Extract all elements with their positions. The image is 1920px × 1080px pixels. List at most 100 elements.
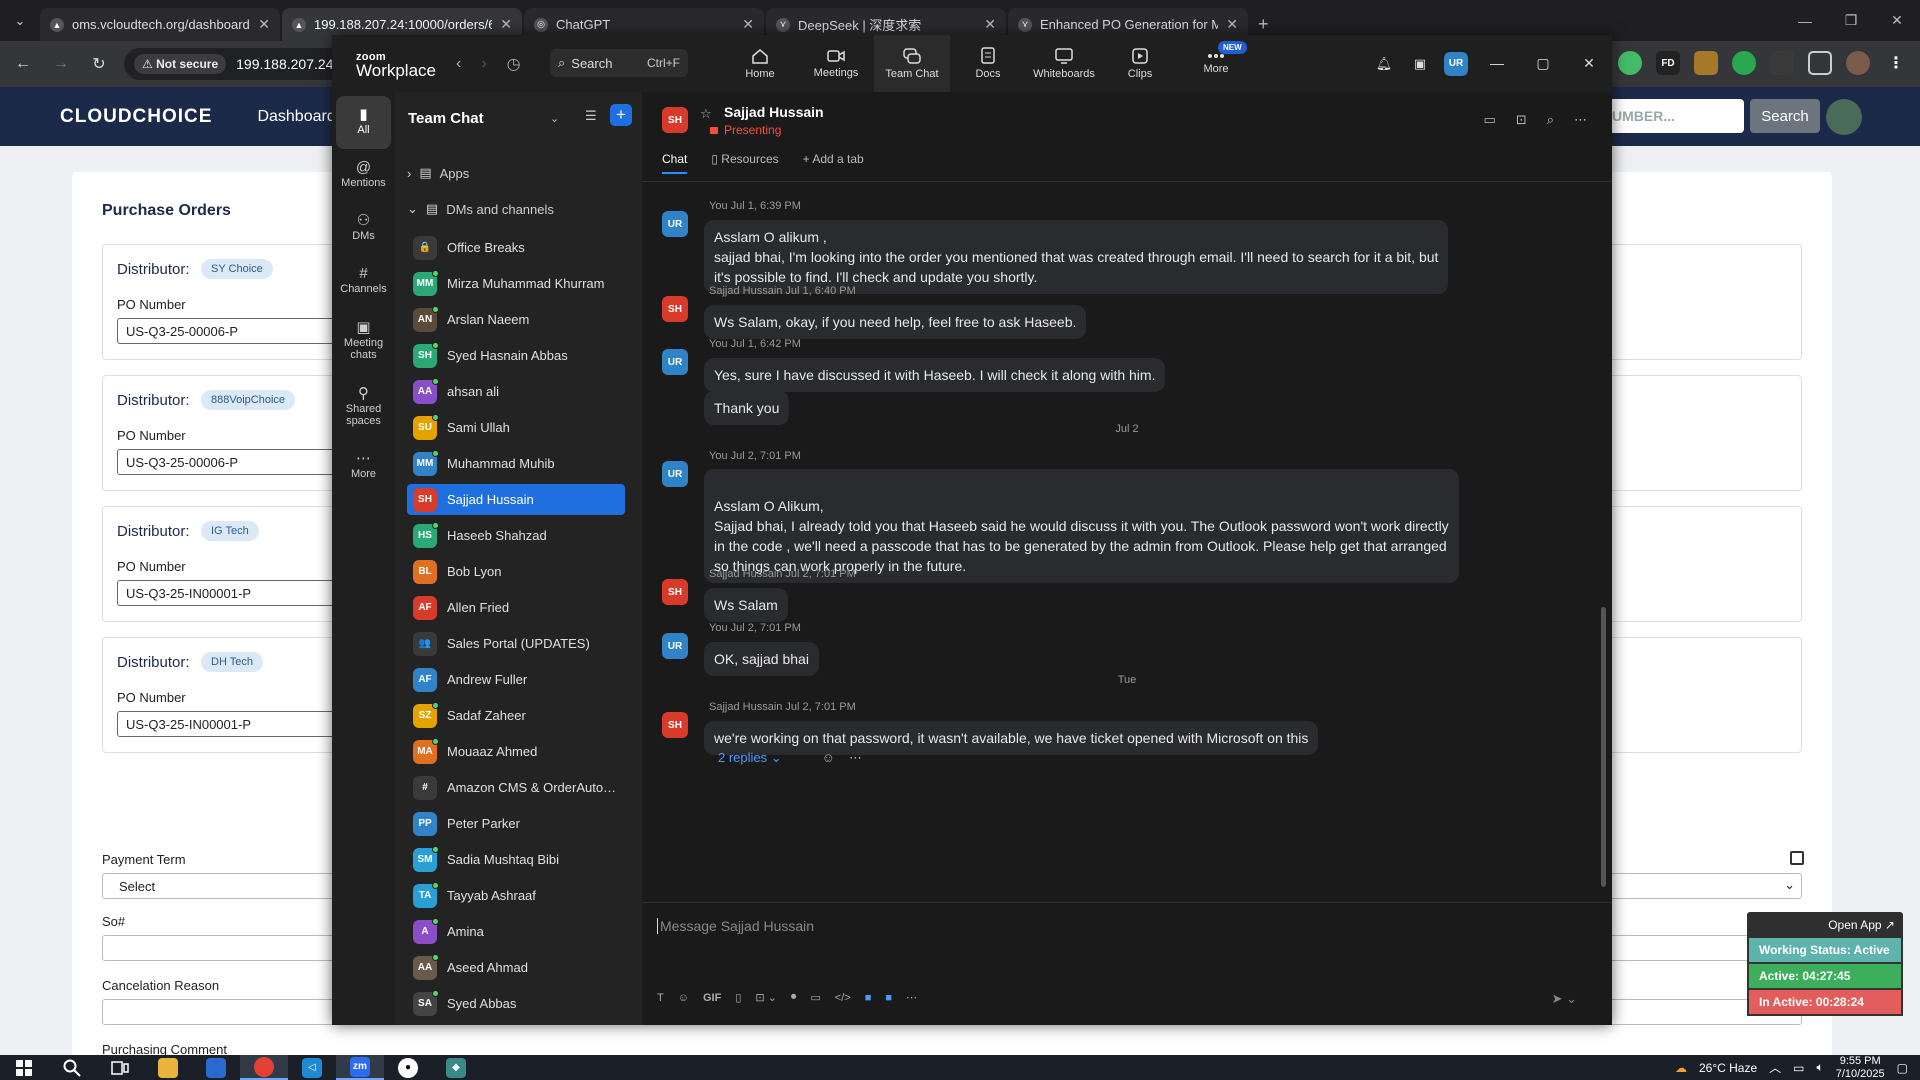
green-extension-icon[interactable] (1732, 51, 1756, 75)
weather-text[interactable]: 26°C Haze (1699, 1061, 1757, 1075)
chevron-down-icon[interactable]: ⌄ (550, 112, 559, 125)
zoom-app-icon[interactable]: zm (336, 1055, 384, 1080)
sidebar-chat-item[interactable]: AF Andrew Fuller (407, 664, 625, 695)
rail-all[interactable]: ▮ All (336, 96, 391, 149)
sidebar-chat-item[interactable]: HS Haseeb Shahzad (407, 520, 625, 551)
share-screen-icon[interactable]: ⊡ (1516, 112, 1527, 128)
sidebar-chat-item[interactable]: SZ Sadaf Zaheer (407, 700, 625, 731)
zoom-search-input[interactable]: ⌕ Search Ctrl+F (550, 49, 688, 77)
nav-team-chat[interactable]: Team Chat (874, 35, 950, 92)
user-avatar[interactable] (1826, 99, 1862, 135)
sidebar-chat-item[interactable]: 🔒 Office Breaks (407, 232, 625, 263)
message-input[interactable]: Message Sajjad Hussain (657, 918, 814, 934)
sidebar-chat-item[interactable]: # Amazon CMS & OrderAuto… (407, 772, 625, 803)
nav-dashboard-link[interactable]: Dashboard (257, 108, 335, 126)
add-tab-button[interactable]: + Add a tab (803, 152, 864, 174)
microphone-icon[interactable]: ⏺︎ (791, 991, 797, 1004)
bell-icon[interactable]: 🔔︎ (1366, 56, 1402, 72)
tab-chat[interactable]: Chat (662, 152, 688, 174)
profile-avatar[interactable]: UR (1438, 51, 1474, 76)
notification-icon[interactable]: ▢ (1897, 1061, 1908, 1075)
sender-avatar[interactable]: SH (662, 712, 688, 738)
contact-name[interactable]: Sajjad Hussain (724, 104, 824, 120)
maximize-icon[interactable]: ▢ (1520, 55, 1566, 72)
sender-avatar[interactable]: SH (662, 296, 688, 322)
send-button[interactable]: ➤ ⌄ (1552, 991, 1577, 1007)
apps-section[interactable]: › ▤ Apps (407, 165, 469, 181)
sender-avatar[interactable]: UR (662, 349, 688, 375)
sidebar-chat-item[interactable]: AA ahsan ali (407, 376, 625, 407)
file-icon[interactable]: ▯ (735, 991, 741, 1004)
star-icon[interactable]: ☆ (700, 106, 712, 122)
app-blue-icon[interactable]: ■ (865, 992, 872, 1004)
nav-meetings[interactable]: Meetings (798, 35, 874, 92)
not-secure-badge[interactable]: ⚠ Not secure (134, 54, 227, 74)
rail-meeting-chats[interactable]: ▣ Meeting chats (332, 308, 395, 374)
rail-mentions[interactable]: @ Mentions (332, 149, 395, 202)
sidebar-chat-item[interactable]: AN Arslan Naeem (407, 304, 625, 335)
new-chat-button[interactable]: + (610, 104, 632, 126)
sidebar-chat-item[interactable]: SA Syed Abbas (407, 988, 625, 1019)
po-number-input[interactable]: US-Q3-25-IN00001-P (117, 580, 357, 606)
omnibox[interactable]: ⚠ Not secure 199.188.207.24:10 (124, 48, 364, 80)
tab-resources[interactable]: ▯ Resources (711, 152, 778, 174)
po-number-input[interactable]: US-Q3-25-00006-P (117, 318, 357, 344)
sidebar-chat-item[interactable]: SH Syed Hasnain Abbas (407, 340, 625, 371)
search-icon[interactable] (48, 1055, 96, 1080)
volume-icon[interactable]: 🔈︎ (1817, 1060, 1824, 1075)
sidebar-chat-item[interactable]: MA Mouaaz Ahmed (407, 736, 625, 767)
puzzle-extension-icon[interactable] (1808, 51, 1832, 75)
nav-home[interactable]: Home (722, 35, 798, 92)
rail-shared-spaces[interactable]: ⚲ Shared spaces (332, 374, 395, 440)
thread-replies-link[interactable]: 2 replies ⌄ ☺ ⋯ (718, 750, 862, 766)
filter-icon[interactable]: ☰ (585, 108, 597, 124)
team-chat-title[interactable]: Team Chat (408, 110, 484, 127)
search-icon[interactable]: ⌕ (1547, 112, 1554, 128)
gif-icon[interactable]: GIF (703, 992, 721, 1004)
history-icon[interactable]: ◷ (507, 54, 521, 74)
sender-avatar[interactable]: UR (662, 211, 688, 237)
forward-icon[interactable]: → (46, 55, 76, 73)
sidebar-chat-item[interactable]: SH Sajjad Hussain (407, 484, 625, 515)
site-logo[interactable]: CLOUDCHOICE (60, 106, 212, 128)
weather-icon[interactable]: ☁ (1675, 1061, 1687, 1075)
close-tab-icon[interactable]: ✕ (1226, 16, 1238, 33)
image-extension-icon[interactable] (1694, 51, 1718, 75)
emoji-reaction-icon[interactable]: ☺ (822, 750, 835, 765)
minimize-icon[interactable]: — (1474, 55, 1520, 71)
store-icon[interactable] (192, 1055, 240, 1080)
video-message-icon[interactable]: ▭ (810, 991, 820, 1004)
restore-icon[interactable]: ❐ (1828, 0, 1874, 41)
sender-avatar[interactable]: UR (662, 461, 688, 487)
po-number-input[interactable]: US-Q3-25-00006-P (117, 449, 357, 475)
sender-avatar[interactable]: UR (662, 633, 688, 659)
chat-scrollbar[interactable] (1601, 607, 1606, 887)
copy-icon[interactable] (1790, 851, 1804, 865)
back-arrow-icon[interactable]: ‹ (456, 55, 461, 73)
emoji-icon[interactable]: ☺ (678, 992, 689, 1004)
app-blue-icon-2[interactable]: ■ (885, 992, 892, 1004)
close-icon[interactable]: ✕ (1566, 55, 1612, 72)
rail-more[interactable]: ⋯ More (332, 440, 395, 493)
screenshot-icon[interactable]: ⊡ ⌄ (755, 991, 777, 1004)
fd-extension-icon[interactable]: FD (1656, 51, 1680, 75)
search-button[interactable]: Search (1750, 99, 1820, 133)
sidebar-chat-item[interactable]: MM Muhammad Muhib (407, 448, 625, 479)
globe-extension-icon[interactable] (1618, 51, 1642, 75)
close-tab-icon[interactable]: ✕ (742, 16, 754, 33)
more-options-icon[interactable]: ⋯ (906, 991, 917, 1004)
code-icon[interactable]: </> (835, 992, 851, 1004)
sidebar-chat-item[interactable]: 👥 Sales Portal (UPDATES) (407, 628, 625, 659)
nav-clips[interactable]: Clips (1102, 35, 1178, 92)
open-app-button[interactable]: Open App ↗ (1747, 912, 1903, 938)
close-tab-icon[interactable]: ✕ (984, 16, 996, 33)
tray-chevron-icon[interactable]: ︿ (1769, 1059, 1781, 1076)
file-explorer-icon[interactable] (144, 1055, 192, 1080)
cast-extension-icon[interactable] (1770, 51, 1794, 75)
profile-avatar[interactable] (1846, 51, 1870, 75)
network-icon[interactable]: ▭ (1793, 1061, 1804, 1075)
sidebar-chat-item[interactable]: SU Sami Ullah (407, 412, 625, 443)
cursor-app-icon[interactable]: ● (384, 1055, 432, 1080)
sidebar-chat-item[interactable]: MM Mirza Muhammad Khurram (407, 268, 625, 299)
task-view-icon[interactable] (96, 1055, 144, 1080)
